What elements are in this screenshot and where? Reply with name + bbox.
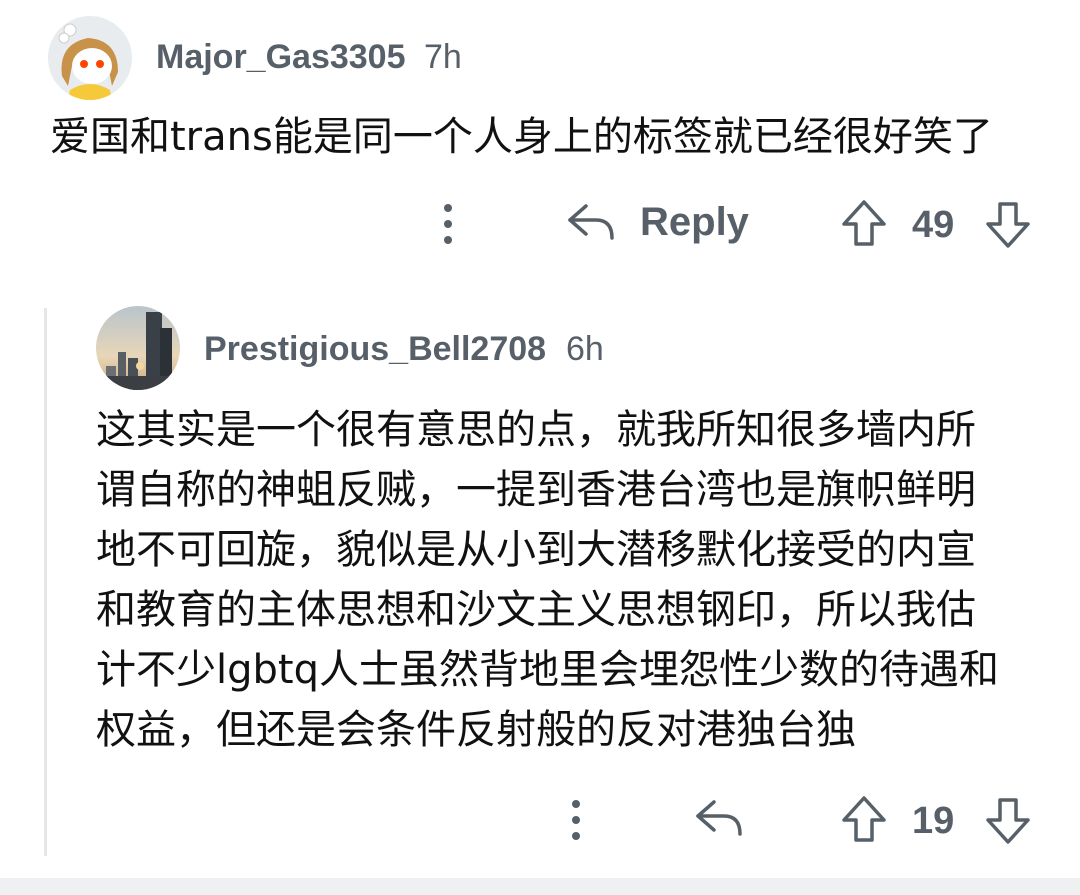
user-avatar[interactable] [96,306,180,390]
vote-score: 49 [912,204,955,246]
user-avatar[interactable] [48,16,132,100]
reply-button[interactable]: Reply [640,200,749,245]
comment-body-line: 权益，但还是会条件反射般的反对港独台独 [96,707,856,753]
downvote-icon[interactable] [984,200,1032,250]
city-photo-avatar-icon [96,306,180,390]
comment-timestamp: 7h [424,38,462,76]
comment-body-line: 和教育的主体思想和沙文主义思想钢印，所以我估 [96,587,976,633]
comment-body: 这其实是一个很有意思的点，就我所知很多墙内所 谓自称的神蛆反贼，一提到香港台湾也… [96,400,1036,760]
bottom-divider [0,878,1080,895]
reply-icon[interactable] [566,200,616,244]
comment-body-line: 计不少lgbtq人士虽然背地里会埋怨性少数的待遇和 [96,647,999,693]
comment-author[interactable]: Prestigious_Bell2708 [204,330,546,369]
snoo-avatar-icon [48,16,132,100]
upvote-icon[interactable] [840,794,888,844]
downvote-icon[interactable] [984,796,1032,846]
thread-line[interactable] [44,308,47,856]
more-icon[interactable] [436,202,460,246]
comment-timestamp: 6h [566,330,604,368]
upvote-icon[interactable] [840,198,888,248]
reply-icon[interactable] [694,796,744,840]
comment-body: 爱国和trans能是同一个人身上的标签就已经很好笑了 [50,114,993,160]
comment-body-line: 地不可回旋，貌似是从小到大潜移默化接受的内宣 [96,527,976,573]
comment-author[interactable]: Major_Gas3305 [156,38,406,77]
vote-score: 19 [912,800,955,842]
comment-body-line: 谓自称的神蛆反贼，一提到香港台湾也是旗帜鲜明 [96,467,976,513]
more-icon[interactable] [564,798,588,842]
comment-body-line: 这其实是一个很有意思的点，就我所知很多墙内所 [96,407,976,453]
